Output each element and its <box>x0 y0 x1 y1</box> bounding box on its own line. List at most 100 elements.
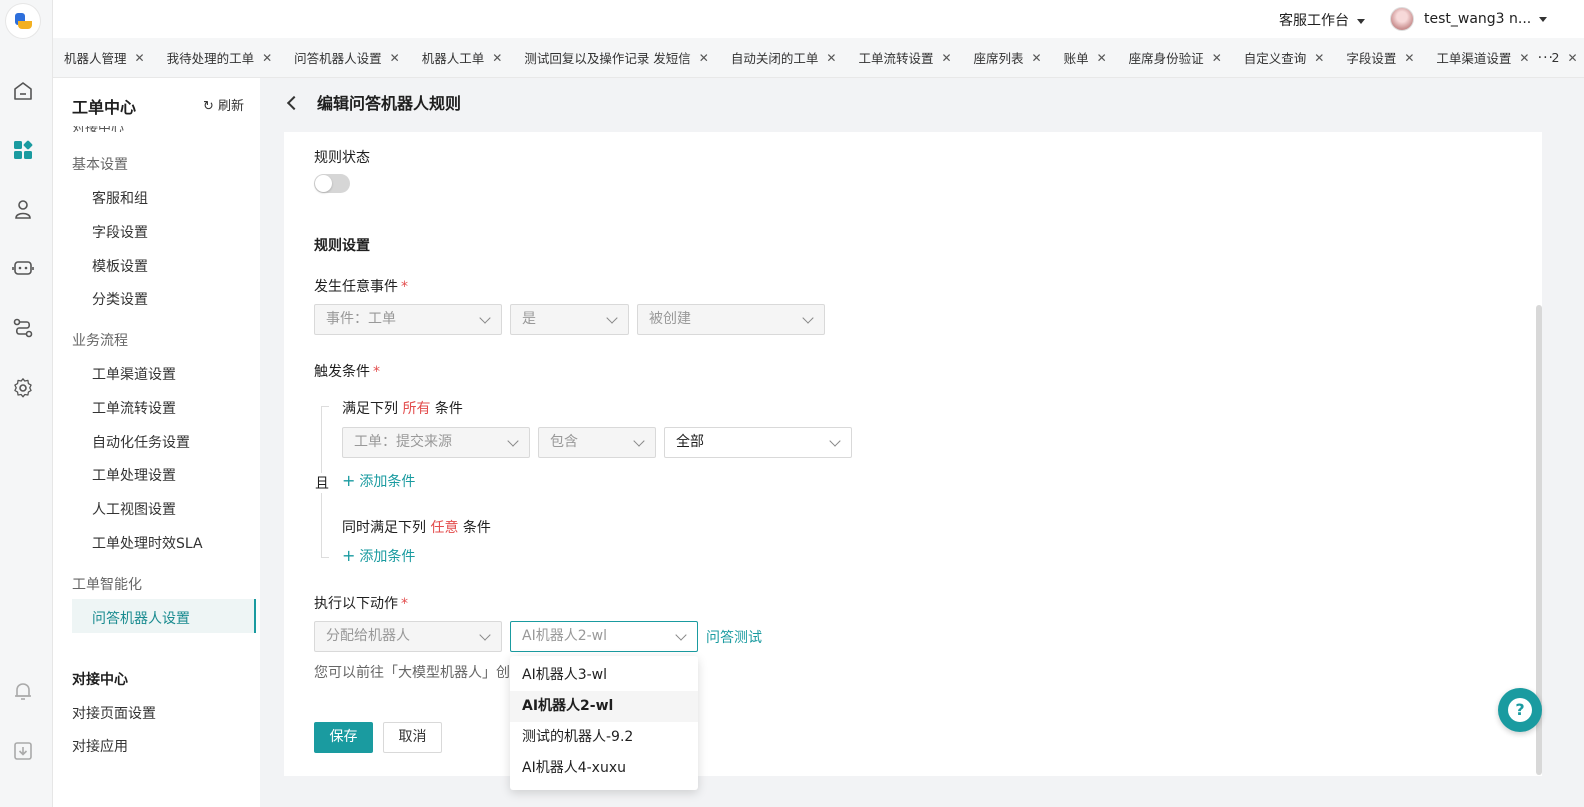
left-rail <box>0 0 53 807</box>
chevron-down-icon <box>675 629 687 641</box>
add-condition-button[interactable]: + 添加条件 <box>342 471 415 491</box>
tab-label: 机器人工单 <box>421 51 485 66</box>
sidebar-item-qa-robot-settings[interactable]: 问答机器人设置 <box>92 608 190 628</box>
close-icon[interactable]: ✕ <box>262 51 272 65</box>
event-type-select[interactable]: 事件：工单 <box>314 304 502 335</box>
robot-icon[interactable] <box>12 257 34 279</box>
plus-icon: + <box>342 546 356 565</box>
apps-icon[interactable] <box>12 139 34 161</box>
trigger-label-text: 触发条件 <box>314 364 370 380</box>
tab-custom-query[interactable]: 自定义查询 ✕ <box>1233 38 1336 77</box>
tab-field-settings[interactable]: 字段设置 ✕ <box>1335 38 1425 77</box>
rule-settings-heading: 规则设置 <box>314 238 370 254</box>
save-button[interactable]: 保存 <box>314 722 373 753</box>
tab-ticket-channel-settings[interactable]: 工单渠道设置 ✕ <box>1425 38 1540 77</box>
tab-agent-list[interactable]: 座席列表 ✕ <box>963 38 1053 77</box>
app-logo[interactable] <box>6 4 40 38</box>
cancel-button[interactable]: 取消 <box>383 722 442 753</box>
tab-robot-management[interactable]: 机器人管理 ✕ <box>53 38 156 77</box>
sidebar-item-sla[interactable]: 工单处理时效SLA <box>92 533 203 553</box>
dropdown-option[interactable]: 测试的机器人-9.2 <box>510 722 698 753</box>
required-mark: * <box>401 279 408 295</box>
close-icon[interactable]: ✕ <box>1567 51 1577 65</box>
dropdown-option[interactable]: AI机器人3-wl <box>510 660 698 691</box>
close-icon[interactable]: ✕ <box>492 51 502 65</box>
tab-label: 测试回复以及操作记录 发短信 <box>524 51 691 66</box>
bell-icon[interactable] <box>12 680 34 702</box>
caret-down-icon <box>1539 16 1548 22</box>
tab-label: 账单 <box>1063 51 1089 66</box>
top-bar: 客服工作台 test_wang3 n... <box>53 0 1584 38</box>
caret-down-icon <box>1357 18 1365 24</box>
required-mark: * <box>373 364 380 380</box>
workspace-switcher[interactable]: 客服工作台 <box>1279 10 1365 30</box>
close-icon[interactable]: ✕ <box>1212 51 1222 65</box>
condition-value-select[interactable]: 全部 <box>664 427 852 458</box>
sidebar-item-template-settings[interactable]: 模板设置 <box>92 256 148 276</box>
tab-bills[interactable]: 账单 ✕ <box>1053 38 1118 77</box>
close-icon[interactable]: ✕ <box>699 51 709 65</box>
more-tabs-icon[interactable]: ··· <box>1538 50 1554 66</box>
plus-icon: + <box>342 471 356 490</box>
close-icon[interactable]: ✕ <box>1404 51 1414 65</box>
sidebar-item-view-settings[interactable]: 人工视图设置 <box>92 499 176 519</box>
and-connector: 且 <box>314 473 330 493</box>
question-icon: ? <box>1508 698 1532 722</box>
sidebar-item-processing-settings[interactable]: 工单处理设置 <box>92 465 176 485</box>
any-prefix: 同时满足下列 <box>342 520 426 536</box>
condition-field-select[interactable]: 工单：提交来源 <box>342 427 530 458</box>
close-icon[interactable]: ✕ <box>1097 51 1107 65</box>
refresh-button[interactable]: ↻ 刷新 <box>203 95 244 114</box>
all-suffix: 条件 <box>434 401 463 417</box>
home-icon[interactable] <box>12 80 34 102</box>
tab-label: 问答机器人设置 <box>294 51 382 66</box>
add-any-condition-button[interactable]: + 添加条件 <box>342 546 415 566</box>
add-condition-label: 添加条件 <box>359 474 416 490</box>
tab-test-reply[interactable]: 测试回复以及操作记录 发短信 ✕ <box>513 38 720 77</box>
close-icon[interactable]: ✕ <box>1032 51 1042 65</box>
select-value: 被创建 <box>649 311 691 327</box>
action-type-select[interactable]: 分配给机器人 <box>314 621 502 652</box>
event-action-select[interactable]: 被创建 <box>637 304 825 335</box>
tab-qa-robot-settings[interactable]: 问答机器人设置 ✕ <box>283 38 411 77</box>
download-icon[interactable] <box>12 740 34 762</box>
event-operator-select[interactable]: 是 <box>510 304 629 335</box>
back-icon[interactable] <box>286 95 302 111</box>
group-smart: 工单智能化 <box>72 577 142 593</box>
close-icon[interactable]: ✕ <box>826 51 836 65</box>
help-button[interactable]: ? <box>1498 688 1542 732</box>
sidebar-item-flow-settings[interactable]: 工单流转设置 <box>92 398 176 418</box>
tab-agent-verification[interactable]: 座席身份验证 ✕ <box>1118 38 1233 77</box>
sidebar-item-connect-page[interactable]: 对接页面设置 <box>72 703 156 723</box>
close-icon[interactable]: ✕ <box>941 51 951 65</box>
sidebar-item-automation-settings[interactable]: 自动化任务设置 <box>92 432 190 452</box>
tab-my-pending-tickets[interactable]: 我待处理的工单 ✕ <box>156 38 284 77</box>
sidebar-item-connect-apps[interactable]: 对接应用 <box>72 736 128 756</box>
tab-robot-tickets[interactable]: 机器人工单 ✕ <box>411 38 514 77</box>
close-icon[interactable]: ✕ <box>1314 51 1324 65</box>
dropdown-option-selected[interactable]: AI机器人2-wl <box>510 691 698 722</box>
user-menu[interactable]: test_wang3 n... <box>1390 7 1548 31</box>
username: test_wang3 n... <box>1424 11 1532 27</box>
dropdown-option[interactable]: AI机器人4-xuxu <box>510 753 698 784</box>
rule-status-toggle[interactable] <box>314 174 350 193</box>
flow-icon[interactable] <box>12 317 34 339</box>
select-value: 分配给机器人 <box>326 628 410 644</box>
group-connect: 对接中心 <box>72 672 128 688</box>
robot-select[interactable]: AI机器人2-wl <box>510 621 698 652</box>
close-icon[interactable]: ✕ <box>135 51 145 65</box>
qa-test-link[interactable]: 问答测试 <box>706 627 762 647</box>
user-icon[interactable] <box>12 198 34 220</box>
close-icon[interactable]: ✕ <box>1519 51 1529 65</box>
sidebar-item-agents-groups[interactable]: 客服和组 <box>92 188 148 208</box>
tab-ticket-flow-settings[interactable]: 工单流转设置 ✕ <box>847 38 962 77</box>
settings-icon[interactable] <box>12 377 34 399</box>
close-icon[interactable]: ✕ <box>390 51 400 65</box>
sidebar-item-category-settings[interactable]: 分类设置 <box>92 289 148 309</box>
sidebar-item-channel-settings[interactable]: 工单渠道设置 <box>92 364 176 384</box>
tab-auto-closed-tickets[interactable]: 自动关闭的工单 ✕ <box>720 38 848 77</box>
event-label: 发生任意事件 * <box>314 276 408 296</box>
condition-operator-select[interactable]: 包含 <box>538 427 656 458</box>
sidebar-item-field-settings[interactable]: 字段设置 <box>92 222 148 242</box>
chevron-down-icon <box>802 312 814 324</box>
